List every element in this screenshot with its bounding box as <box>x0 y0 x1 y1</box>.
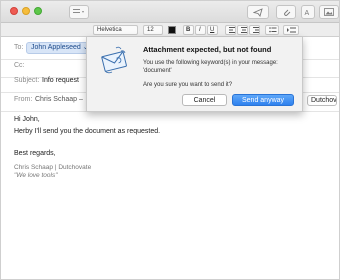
format-icon: A <box>305 10 310 16</box>
attachment-alert-sheet: Attachment expected, but not found You u… <box>86 37 303 112</box>
italic-button[interactable]: I <box>195 25 206 35</box>
cancel-button[interactable]: Cancel <box>182 94 227 106</box>
signature-tagline: "We love tools" <box>14 172 58 179</box>
greeting-line: Hi John, <box>14 116 40 123</box>
font-family-select[interactable]: Helvetica <box>93 25 138 35</box>
italic-label: I <box>199 27 201 33</box>
close-window-button[interactable] <box>10 7 18 15</box>
photo-icon <box>324 8 334 16</box>
list-icon <box>73 9 84 13</box>
text-color-well[interactable] <box>168 26 176 34</box>
from-value: Chris Schaap – <box>35 96 83 103</box>
zoom-window-button[interactable] <box>34 7 42 15</box>
alert-question: Are you sure you want to send it? <box>143 82 233 88</box>
body-line: Herby I'll send you the document as requ… <box>14 128 161 135</box>
align-left-button[interactable] <box>225 25 236 35</box>
title-bar: A <box>1 1 339 23</box>
send-button[interactable] <box>247 5 269 19</box>
align-center-icon <box>241 27 247 33</box>
bold-label: B <box>186 27 191 33</box>
mail-envelope-icon <box>101 46 127 74</box>
send-anyway-label: Send anyway <box>241 96 285 104</box>
font-size-value: 12 <box>147 27 154 33</box>
align-right-icon <box>253 27 259 33</box>
align-center-button[interactable] <box>237 25 248 35</box>
indent-button[interactable] <box>283 25 299 35</box>
format-bar: Helvetica 12 B I U <box>1 23 339 37</box>
to-label: To: <box>14 44 24 51</box>
recipient-name: John Appleseed <box>31 44 81 51</box>
closing-line: Best regards, <box>14 150 56 157</box>
signature-name: Chris Schaap | Dutchovate <box>14 164 92 171</box>
list-style-button[interactable] <box>265 25 279 35</box>
bold-button[interactable]: B <box>183 25 194 35</box>
alert-title: Attachment expected, but not found <box>143 45 272 54</box>
format-button[interactable]: A <box>301 5 315 19</box>
mail-compose-window: A Helvetica 12 B I U To: John Appleseed … <box>0 0 340 280</box>
font-family-value: Helvetica <box>97 27 122 33</box>
send-icon <box>253 7 263 17</box>
align-right-button[interactable] <box>249 25 260 35</box>
attachment-icon <box>283 9 290 16</box>
font-size-select[interactable]: 12 <box>143 25 163 35</box>
svg-text:A: A <box>305 10 310 16</box>
from-account-select[interactable]: Dutchov <box>307 95 337 106</box>
send-anyway-button[interactable]: Send anyway <box>232 94 294 106</box>
subject-label: Subject: <box>14 77 40 84</box>
minimize-window-button[interactable] <box>22 7 30 15</box>
underline-button[interactable]: U <box>207 25 218 35</box>
recipient-token[interactable]: John Appleseed ⌄ <box>26 42 94 54</box>
header-fields-button[interactable] <box>69 5 89 19</box>
align-left-icon <box>229 27 235 33</box>
cc-label: Cc: <box>14 62 25 69</box>
alert-message: You use the following keyword(s) in your… <box>143 60 278 74</box>
cancel-label: Cancel <box>193 96 216 104</box>
attach-button[interactable] <box>276 5 296 19</box>
underline-label: U <box>210 27 215 33</box>
photo-browser-button[interactable] <box>319 5 339 19</box>
from-account-value: Dutchov <box>311 97 337 104</box>
subject-value[interactable]: Info request <box>42 77 79 84</box>
bullet-list-icon <box>269 27 277 33</box>
from-label: From: <box>14 96 33 103</box>
indent-icon <box>287 27 296 33</box>
